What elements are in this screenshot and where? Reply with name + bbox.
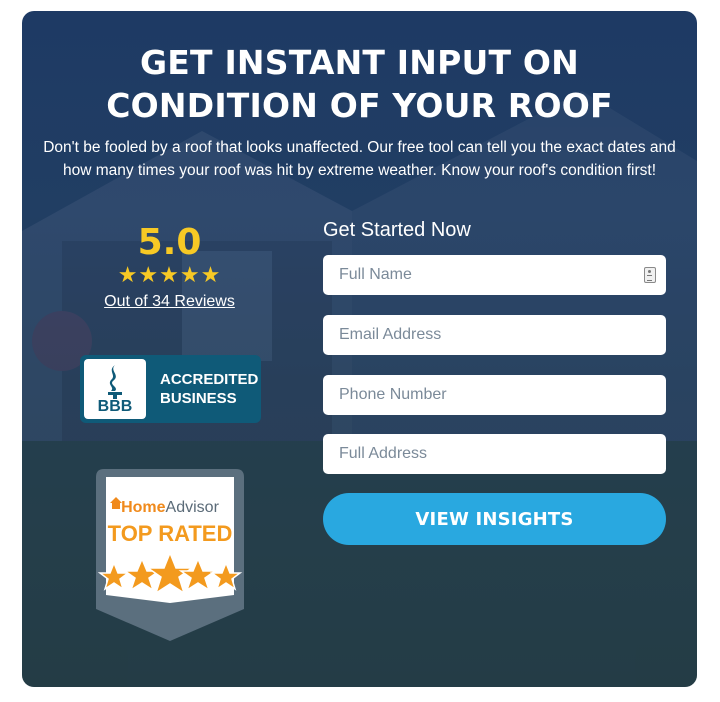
contact-card-icon[interactable] — [644, 267, 656, 283]
homeadvisor-logo: HomeAdvisor — [96, 499, 244, 517]
full-name-input[interactable] — [323, 255, 666, 295]
title-line-2: CONDITION OF YOUR ROOF — [106, 86, 613, 125]
homeadvisor-brand-home: Home — [121, 499, 166, 516]
rating-stars-icon: ★★★★★ — [117, 263, 222, 288]
address-input[interactable] — [323, 434, 666, 474]
bbb-logo: BBB — [84, 359, 146, 419]
email-input[interactable] — [323, 315, 666, 355]
reviews-link[interactable]: Out of 34 Reviews — [104, 291, 235, 313]
full-name-field[interactable] — [323, 255, 666, 295]
form-title: Get Started Now — [323, 219, 471, 241]
view-insights-button[interactable]: VIEW INSIGHTS — [323, 493, 666, 545]
homeadvisor-top-rated-badge: HomeAdvisor TOP RATED — [96, 469, 244, 641]
bbb-line-2: BUSINESS — [160, 390, 237, 407]
roof-insight-card: GET INSTANT INPUT ON CONDITION OF YOUR R… — [22, 11, 697, 687]
address-field[interactable] — [323, 434, 666, 474]
rating-summary: 5.0 ★★★★★ Out of 34 Reviews — [82, 223, 257, 313]
top-rated-label: TOP RATED — [107, 521, 233, 546]
hero-description: Don't be fooled by a roof that looks una… — [43, 139, 676, 179]
bbb-torch-icon — [108, 365, 122, 399]
bbb-accredited-badge: BBB ACCREDITED BUSINESS — [80, 355, 261, 423]
phone-input[interactable] — [323, 375, 666, 415]
rating-score: 5.0 — [137, 222, 202, 263]
email-field[interactable] — [323, 315, 666, 355]
title-line-1: GET INSTANT INPUT ON — [140, 43, 579, 82]
bbb-mark: BBB — [97, 398, 133, 415]
homeadvisor-shield-icon — [96, 469, 244, 641]
bbb-line-1: ACCREDITED — [160, 371, 259, 388]
homeadvisor-brand-advisor: Advisor — [165, 499, 219, 516]
bbb-accredited-text: ACCREDITED BUSINESS — [150, 355, 258, 423]
page-title: GET INSTANT INPUT ON CONDITION OF YOUR R… — [22, 41, 697, 127]
phone-field[interactable] — [323, 375, 666, 415]
